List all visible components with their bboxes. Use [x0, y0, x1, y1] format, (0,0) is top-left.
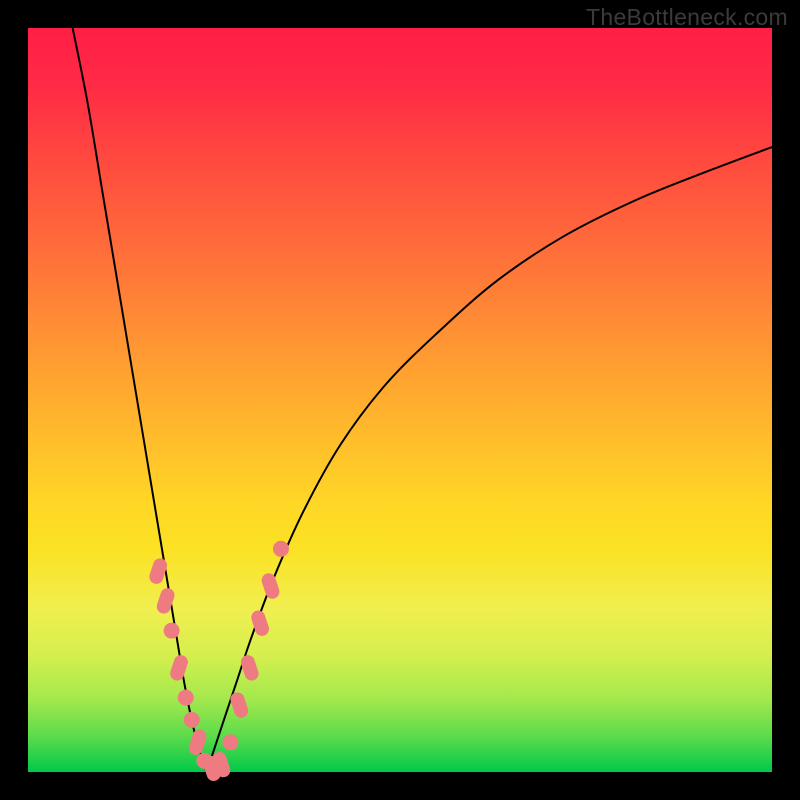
watermark-text: TheBottleneck.com [586, 4, 788, 31]
data-marker [239, 653, 260, 682]
chart-frame: TheBottleneck.com [0, 0, 800, 800]
data-marker [168, 653, 189, 682]
data-marker [187, 728, 208, 757]
data-marker [273, 541, 289, 557]
curve-right-curve [207, 147, 772, 772]
plot-area [28, 28, 772, 772]
data-marker [222, 734, 238, 750]
data-marker [184, 712, 200, 728]
data-marker [178, 690, 194, 706]
data-marker [260, 571, 281, 600]
chart-svg [28, 28, 772, 772]
marker-layer [148, 541, 289, 783]
data-marker [164, 623, 180, 639]
